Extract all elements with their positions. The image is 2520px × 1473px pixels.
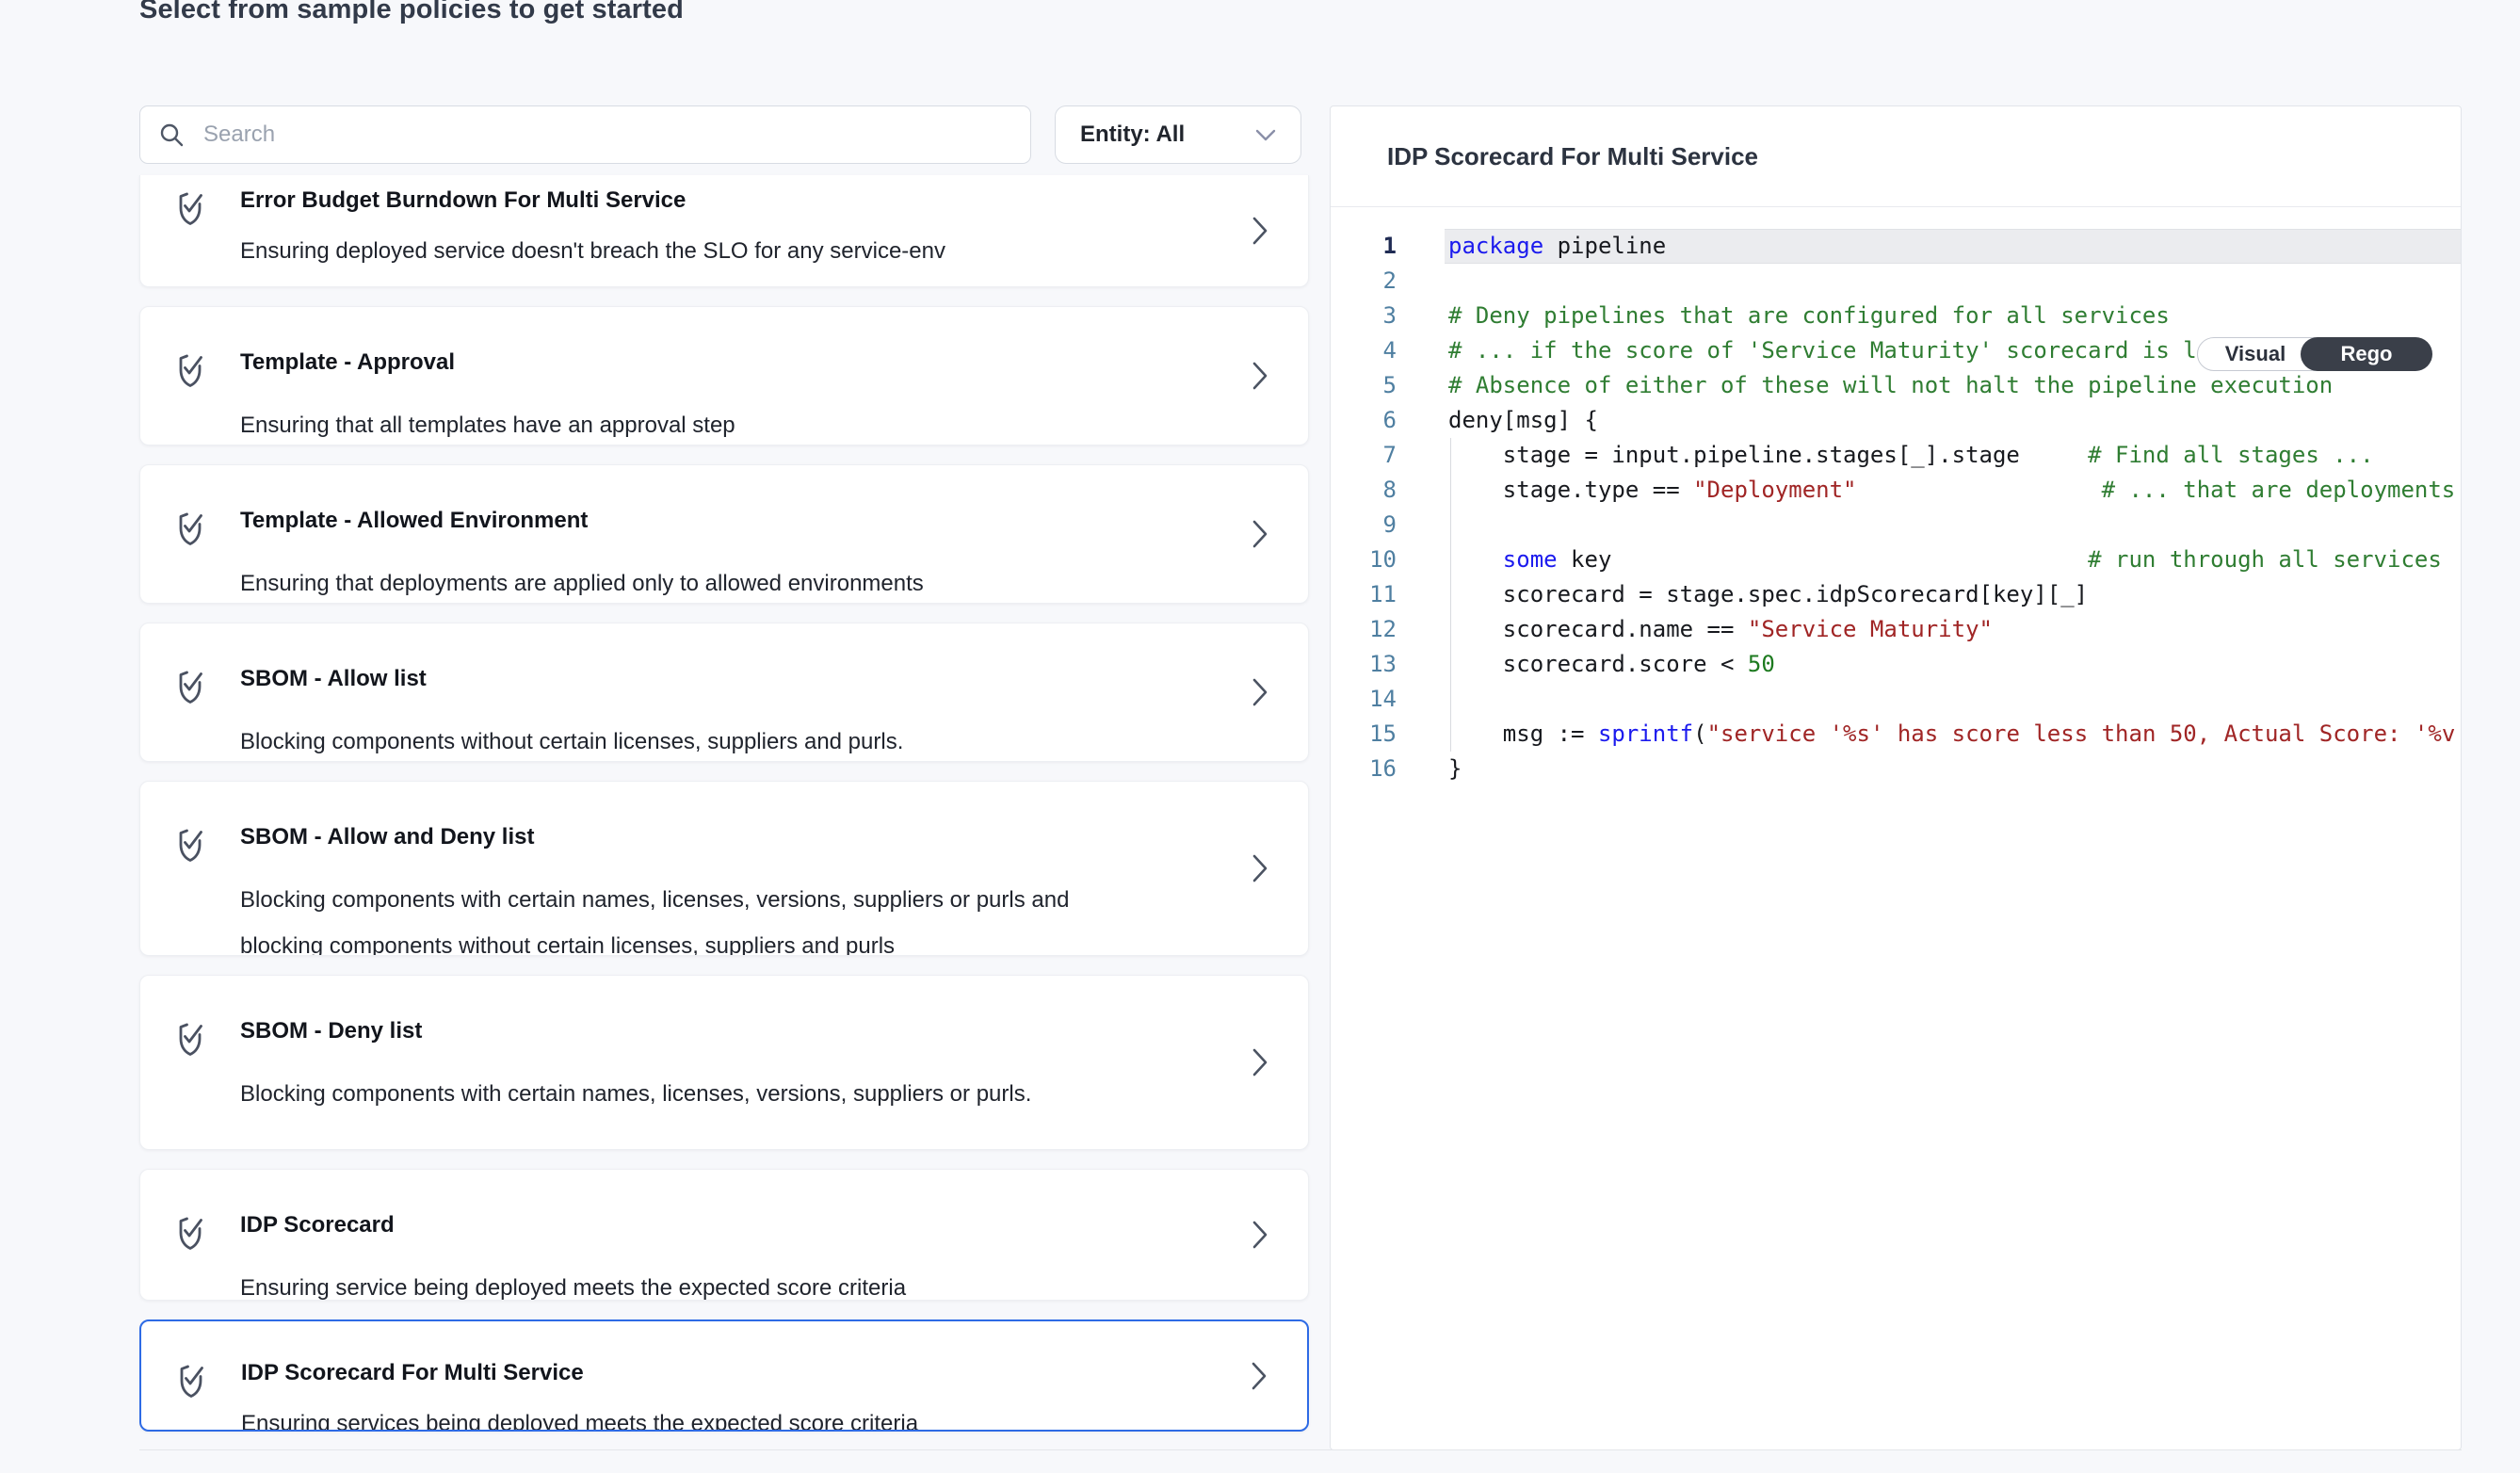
policy-title: Error Budget Burndown For Multi Service: [240, 186, 945, 215]
code-line: 3# Deny pipelines that are configured fo…: [1331, 299, 2461, 333]
entity-filter-dropdown[interactable]: Entity: All: [1055, 105, 1301, 164]
rego-code-editor[interactable]: Visual Rego 1package pipeline23# Deny pi…: [1331, 207, 2461, 786]
shield-check-icon: [175, 827, 205, 863]
entity-filter-label: Entity: All: [1080, 121, 1255, 148]
chevron-right-icon: [1252, 678, 1268, 706]
visual-rego-toggle: Visual Rego: [2197, 337, 2431, 371]
chevron-right-icon: [1252, 217, 1268, 245]
policy-card[interactable]: IDP Scorecard Ensuring service being dep…: [139, 1169, 1309, 1301]
policy-description: Ensuring deployed service doesn't breach…: [240, 228, 945, 274]
line-number: 4: [1331, 333, 1397, 368]
policy-card[interactable]: Error Budget Burndown For Multi Service …: [139, 175, 1309, 287]
policy-title: Template - Approval: [240, 348, 735, 377]
code-line: 15 msg := sprintf("service '%s' has scor…: [1331, 717, 2461, 752]
code-line: 8 stage.type == "Deployment" # ... that …: [1331, 473, 2461, 508]
search-box[interactable]: [139, 105, 1031, 164]
section-bottom-divider: [139, 1449, 2462, 1450]
policy-description: Ensuring that all templates have an appr…: [240, 402, 735, 445]
policy-description: Ensuring services being deployed meets t…: [241, 1400, 918, 1432]
chevron-right-icon: [1252, 362, 1268, 390]
code-line: 5# Absence of either of these will not h…: [1331, 368, 2461, 403]
shield-check-icon: [175, 669, 205, 704]
indent-guide: [1450, 438, 1451, 752]
code-line: 12 scorecard.name == "Service Maturity": [1331, 612, 2461, 647]
line-number: 5: [1331, 368, 1397, 403]
policy-title: SBOM - Allow and Deny list: [240, 823, 1116, 851]
code-line: 9: [1331, 508, 2461, 542]
line-number: 13: [1331, 647, 1397, 682]
policy-title: SBOM - Deny list: [240, 1017, 1031, 1045]
policy-description: Blocking components with certain names, …: [240, 1071, 1031, 1117]
policy-title: IDP Scorecard: [240, 1211, 906, 1239]
line-number: 12: [1331, 612, 1397, 647]
line-number: 10: [1331, 542, 1397, 577]
visual-toggle-button[interactable]: Visual: [2198, 338, 2313, 370]
detail-title: IDP Scorecard For Multi Service: [1387, 142, 1758, 171]
policy-card[interactable]: SBOM - Allow and Deny list Blocking comp…: [139, 781, 1309, 956]
code-line: 16}: [1331, 752, 2461, 786]
code-line: 7 stage = input.pipeline.stages[_].stage…: [1331, 438, 2461, 473]
code-line: 6deny[msg] {: [1331, 403, 2461, 438]
line-number: 11: [1331, 577, 1397, 612]
chevron-down-icon: [1255, 129, 1276, 141]
page-title: Select from sample policies to get start…: [139, 0, 684, 25]
line-number: 3: [1331, 299, 1397, 333]
shield-check-icon: [175, 352, 205, 388]
search-input[interactable]: [202, 121, 1011, 149]
policy-title: IDP Scorecard For Multi Service: [241, 1359, 918, 1387]
code-line: 11 scorecard = stage.spec.idpScorecard[k…: [1331, 577, 2461, 612]
policy-description: Ensuring that deployments are applied on…: [240, 560, 924, 604]
code-line: 10 some key # run through all services: [1331, 542, 2461, 577]
line-number: 6: [1331, 403, 1397, 438]
policy-detail-panel: IDP Scorecard For Multi Service Visual R…: [1330, 105, 2462, 1450]
line-number: 15: [1331, 717, 1397, 752]
chevron-right-icon: [1252, 520, 1268, 548]
shield-check-icon: [175, 190, 205, 226]
policy-description: Blocking components without certain lice…: [240, 719, 903, 762]
code-line: 13 scorecard.score < 50: [1331, 647, 2461, 682]
shield-check-icon: [175, 510, 205, 546]
code-line: 14: [1331, 682, 2461, 717]
policy-description: Ensuring service being deployed meets th…: [240, 1265, 906, 1301]
chevron-right-icon: [1252, 1362, 1268, 1390]
line-number: 14: [1331, 682, 1397, 717]
line-number: 8: [1331, 473, 1397, 508]
shield-check-icon: [175, 1021, 205, 1057]
shield-check-icon: [176, 1363, 206, 1399]
policy-card[interactable]: SBOM - Deny list Blocking components wit…: [139, 975, 1309, 1150]
policy-card[interactable]: IDP Scorecard For Multi Service Ensuring…: [139, 1319, 1309, 1432]
policy-title: Template - Allowed Environment: [240, 507, 924, 535]
policy-card[interactable]: Template - Approval Ensuring that all te…: [139, 306, 1309, 445]
rego-toggle-button[interactable]: Rego: [2301, 337, 2432, 371]
code-line: 1package pipeline: [1331, 229, 2461, 264]
chevron-right-icon: [1252, 854, 1268, 882]
shield-check-icon: [175, 1215, 205, 1251]
chevron-right-icon: [1252, 1221, 1268, 1249]
line-number: 7: [1331, 438, 1397, 473]
line-number: 2: [1331, 264, 1397, 299]
line-number: 16: [1331, 752, 1397, 786]
detail-header: IDP Scorecard For Multi Service: [1331, 106, 2461, 207]
chevron-right-icon: [1252, 1048, 1268, 1076]
policy-card[interactable]: Template - Allowed Environment Ensuring …: [139, 464, 1309, 604]
policy-title: SBOM - Allow list: [240, 665, 903, 693]
policy-card[interactable]: SBOM - Allow list Blocking components wi…: [139, 623, 1309, 762]
line-number: 1: [1331, 229, 1397, 264]
line-number: 9: [1331, 508, 1397, 542]
search-icon: [159, 122, 185, 148]
code-line: 2: [1331, 264, 2461, 299]
policy-description: Blocking components with certain names, …: [240, 877, 1116, 956]
